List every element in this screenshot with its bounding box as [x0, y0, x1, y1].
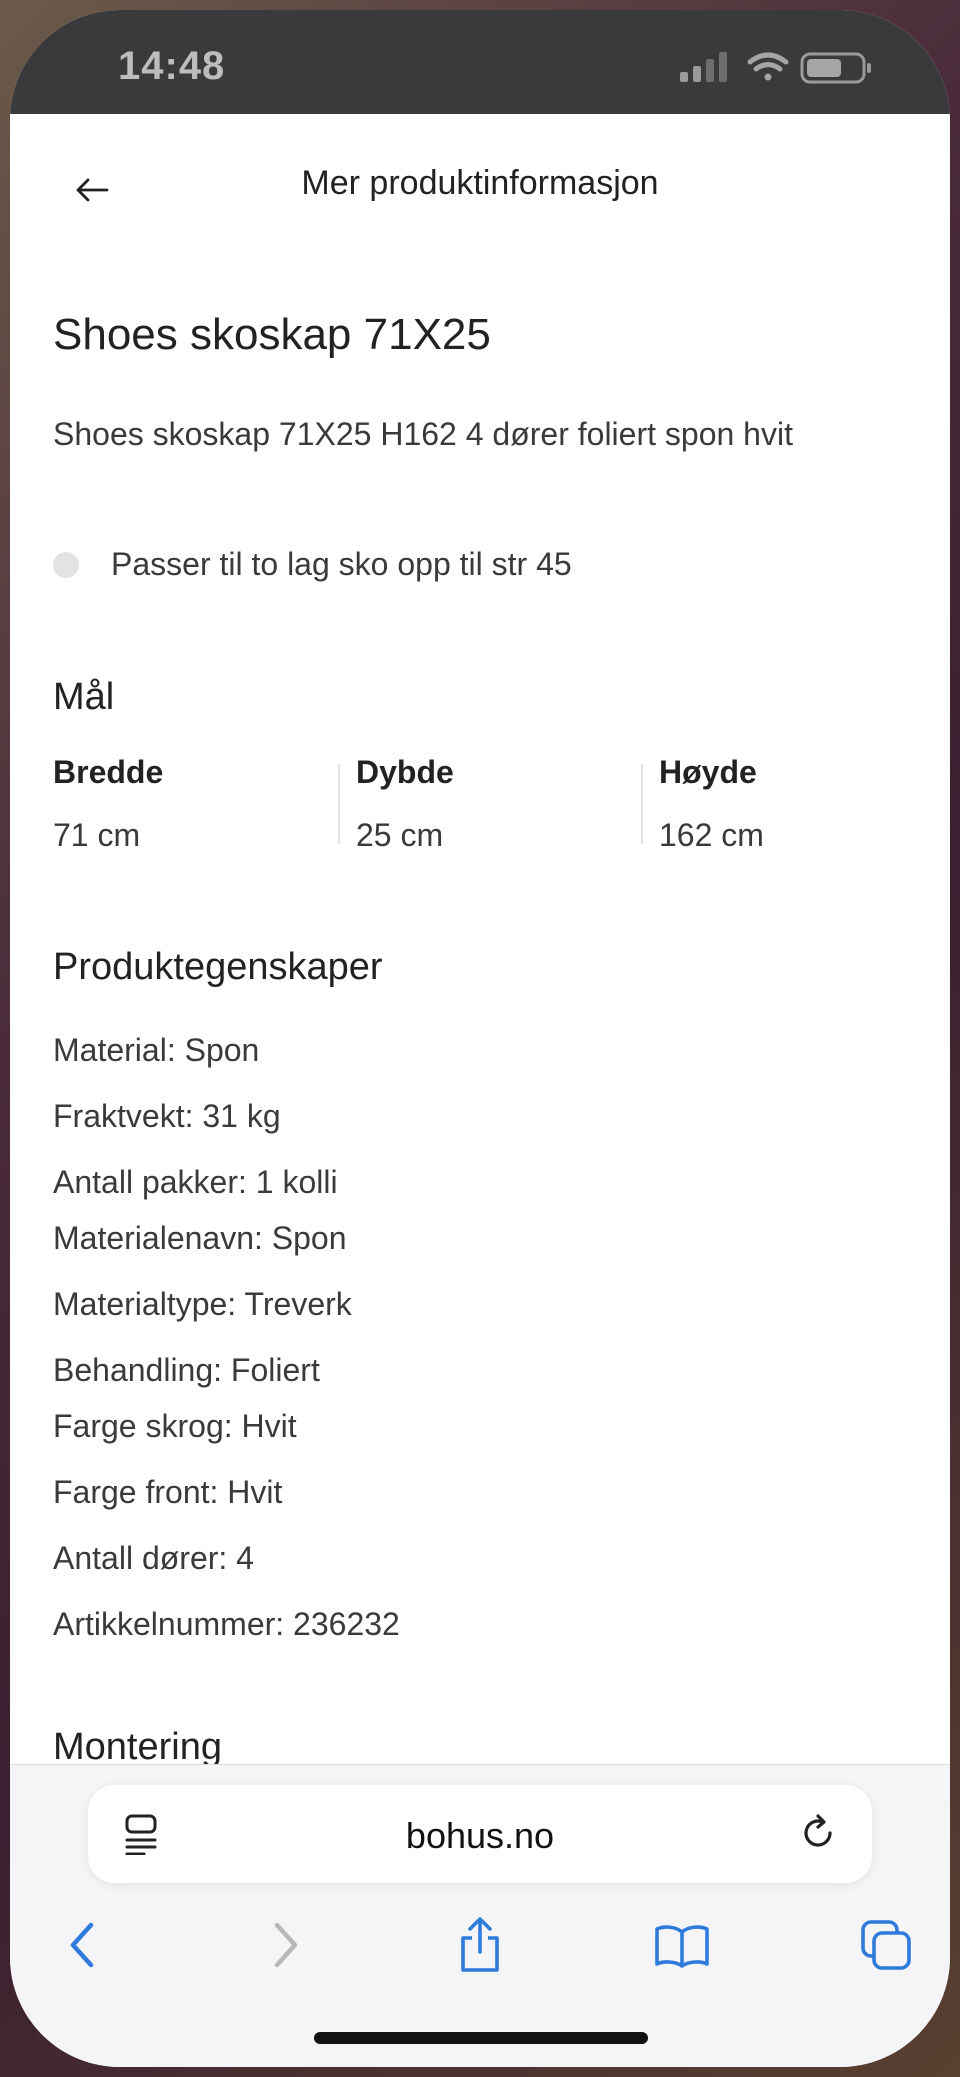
dimension-label: Dybde — [356, 754, 454, 790]
page-title: Mer produktinformasjon — [301, 164, 659, 202]
dimension-depth: Dybde 25 cm — [356, 754, 636, 854]
property-row: Farge skrog: Hvit — [53, 1408, 297, 1444]
feature-text: Passer til to lag sko opp til str 45 — [111, 546, 572, 582]
browser-toolbar: bohus.no — [10, 1764, 950, 2067]
divider — [338, 764, 340, 844]
chevron-right-icon — [274, 1922, 298, 1968]
property-row: Materialtype: Treverk — [53, 1286, 352, 1322]
dimensions-table: Bredde 71 cm Dybde 25 cm Høyde 162 cm — [53, 754, 913, 854]
product-name: Shoes skoskap 71X25 — [53, 310, 491, 359]
dimension-width: Bredde 71 cm — [53, 754, 333, 854]
phone-screen: 14:48 Mer produktinformasjon Shoes skosk… — [10, 10, 950, 2067]
dimensions-heading: Mål — [53, 676, 115, 718]
chevron-left-icon — [70, 1922, 94, 1968]
forward-nav-button[interactable] — [246, 1905, 326, 1985]
property-row: Artikkelnummer: 236232 — [53, 1606, 400, 1642]
divider — [641, 764, 643, 844]
assembly-heading: Montering — [53, 1726, 222, 1768]
back-nav-button[interactable] — [42, 1905, 122, 1985]
product-description: Shoes skoskap 71X25 H162 4 dører foliert… — [53, 416, 793, 452]
url-text[interactable]: bohus.no — [88, 1815, 872, 1857]
address-bar[interactable]: bohus.no — [88, 1785, 872, 1883]
property-row: Antall dører: 4 — [53, 1540, 254, 1576]
product-info-sheet: Mer produktinformasjon Shoes skoskap 71X… — [10, 114, 950, 1768]
property-row: Behandling: Foliert — [53, 1352, 320, 1388]
dimension-label: Bredde — [53, 754, 164, 790]
dimension-height: Høyde 162 cm — [659, 754, 939, 854]
property-row: Antall pakker: 1 kolli — [53, 1164, 338, 1200]
properties-heading: Produktegenskaper — [53, 946, 383, 988]
property-row: Material: Spon — [53, 1032, 260, 1068]
share-icon — [461, 1917, 499, 1972]
dimension-value: 71 cm — [53, 817, 141, 853]
property-row: Fraktvekt: 31 kg — [53, 1098, 281, 1134]
cellular-signal-icon — [680, 52, 727, 82]
property-row: Materialenavn: Spon — [53, 1220, 347, 1256]
tabs-button[interactable] — [846, 1905, 926, 1985]
home-indicator — [314, 2032, 648, 2044]
bookmarks-button[interactable] — [642, 1905, 722, 1985]
dimension-value: 162 cm — [659, 817, 764, 853]
battery-icon — [800, 52, 871, 84]
tabs-icon — [861, 1920, 911, 1970]
status-time: 14:48 — [118, 44, 226, 88]
status-icons — [680, 52, 871, 84]
feature-list-item: Passer til to lag sko opp til str 45 — [53, 546, 572, 583]
share-button[interactable] — [440, 1905, 520, 1985]
bullet-dot-icon — [53, 551, 79, 578]
dimension-value: 25 cm — [356, 817, 444, 853]
book-icon — [655, 1925, 709, 1968]
dimension-label: Høyde — [659, 754, 757, 790]
wifi-icon — [747, 52, 789, 81]
property-row: Farge front: Hvit — [53, 1474, 283, 1510]
reload-icon[interactable] — [796, 1811, 840, 1855]
status-bar: 14:48 — [10, 10, 950, 114]
